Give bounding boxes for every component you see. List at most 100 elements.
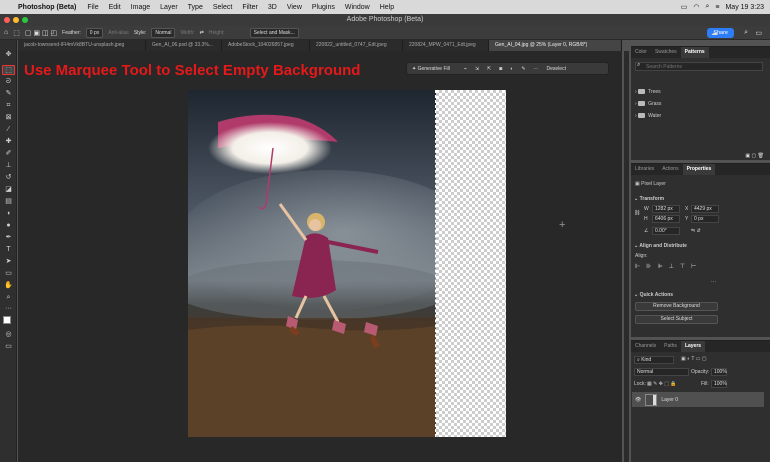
x-input[interactable]: 4429 px bbox=[691, 205, 719, 213]
align-section-title[interactable]: ⌄ Align and Distribute bbox=[634, 243, 687, 249]
marquee-preset-icon[interactable]: ⬚ bbox=[13, 29, 20, 37]
tab-color[interactable]: Color bbox=[631, 47, 651, 58]
control-center-icon[interactable]: ≡ bbox=[715, 4, 719, 11]
antialias-checkbox[interactable]: Anti-alias bbox=[108, 30, 129, 36]
close-window-icon[interactable] bbox=[4, 17, 10, 23]
tab-channels[interactable]: Channels bbox=[631, 341, 660, 352]
frame-tool-icon[interactable]: ⊠ bbox=[2, 113, 15, 123]
style-select[interactable]: Normal bbox=[151, 27, 176, 38]
battery-icon[interactable]: ▭ bbox=[681, 3, 688, 11]
modify-selection-icon[interactable]: ⌁ bbox=[464, 66, 467, 72]
tab-layers[interactable]: Layers bbox=[680, 341, 706, 352]
panel-footer-icons[interactable]: ▣ ▢ 🗑 bbox=[745, 153, 764, 159]
fill-selection-icon[interactable]: ◐ bbox=[510, 66, 513, 72]
tab-jacob-townsend[interactable]: jacob-townsend-IFl4mVk8BTU-unsplash.jpeg bbox=[18, 40, 146, 51]
move-tool-icon[interactable]: ✥ bbox=[2, 50, 15, 60]
tab-220822[interactable]: 220822_untitled_0747_Edt.jpeg bbox=[310, 40, 403, 51]
lock-icons[interactable]: ▦ ✎ ✥ ⬚ 🔒 bbox=[647, 381, 677, 387]
dodge-tool-icon[interactable]: ● bbox=[2, 221, 15, 231]
expand-selection-icon[interactable]: ⇱ bbox=[487, 66, 491, 72]
brush-tool-icon[interactable]: ✐ bbox=[2, 149, 15, 159]
tab-patterns[interactable]: Patterns bbox=[680, 47, 709, 58]
rectangular-marquee-tool-icon[interactable]: ⬚ bbox=[2, 65, 15, 75]
wifi-icon[interactable]: ◠ bbox=[693, 3, 699, 11]
blur-tool-icon[interactable]: ◖ bbox=[2, 209, 15, 219]
more-tools-icon[interactable]: ··· bbox=[2, 304, 15, 314]
swap-icon[interactable]: ⇄ bbox=[200, 30, 204, 36]
menu-file[interactable]: File bbox=[82, 4, 103, 11]
clone-stamp-tool-icon[interactable]: ⊥ bbox=[2, 161, 15, 171]
select-subject-button[interactable]: Select Subject bbox=[635, 315, 718, 324]
y-input[interactable]: 0 px bbox=[691, 215, 719, 223]
generative-fill-button[interactable]: ✦ Generative Fill bbox=[412, 66, 450, 72]
empty-transparent-background[interactable] bbox=[436, 90, 506, 437]
tab-gen-ai-04[interactable]: Gen_AI_04.jpg @ 25% (Layer 0, RGB/8*) bbox=[489, 40, 622, 51]
menu-app-name[interactable]: Photoshop (Beta) bbox=[16, 4, 82, 11]
search-icon-app[interactable]: ⌕ bbox=[744, 29, 748, 37]
remove-background-button[interactable]: Remove Background bbox=[635, 302, 718, 311]
home-icon[interactable]: ⌂ bbox=[4, 29, 8, 36]
rectangle-tool-icon[interactable]: ▭ bbox=[2, 269, 15, 279]
visibility-eye-icon[interactable]: 👁 bbox=[635, 397, 641, 403]
menu-select[interactable]: Select bbox=[208, 4, 237, 11]
menu-image[interactable]: Image bbox=[126, 4, 155, 11]
pen-tool-icon[interactable]: ✒ bbox=[2, 233, 15, 243]
deselect-button[interactable]: Deselect bbox=[547, 66, 566, 72]
photo-layer-image[interactable] bbox=[188, 90, 436, 437]
gradient-tool-icon[interactable]: ▤ bbox=[2, 197, 15, 207]
tab-actions[interactable]: Actions bbox=[658, 164, 682, 175]
folder-trees[interactable]: › Trees bbox=[635, 89, 661, 95]
fill-input[interactable]: 100% bbox=[711, 380, 727, 388]
quick-actions-section-title[interactable]: ⌄ Quick Actions bbox=[634, 292, 673, 298]
menu-window[interactable]: Window bbox=[340, 4, 375, 11]
feather-input[interactable]: 0 px bbox=[85, 27, 104, 38]
mask-icon[interactable]: ◙ bbox=[499, 66, 502, 72]
menubar-datetime[interactable]: May 19 3:23 bbox=[725, 4, 764, 11]
quick-selection-tool-icon[interactable]: ✎ bbox=[2, 89, 15, 99]
layer-filter-icons[interactable]: ▣ ◐ T ▭ ▢ bbox=[681, 356, 707, 362]
minimize-window-icon[interactable] bbox=[13, 17, 19, 23]
layer-name[interactable]: Layer 0 bbox=[661, 397, 678, 403]
transform-section-title[interactable]: ⌄ Transform bbox=[634, 196, 664, 202]
flip-icons[interactable]: ⇋ ⇵ bbox=[691, 228, 701, 234]
selection-mode-icons[interactable]: ▢ ▣ ◫ ◰ bbox=[25, 29, 57, 37]
tab-adobestock[interactable]: AdobeStock_104026857.jpeg bbox=[222, 40, 310, 51]
type-tool-icon[interactable]: T bbox=[2, 245, 15, 255]
menu-filter[interactable]: Filter bbox=[237, 4, 263, 11]
menu-view[interactable]: View bbox=[282, 4, 307, 11]
menu-layer[interactable]: Layer bbox=[155, 4, 183, 11]
cloud-docs-icon[interactable]: ☁ bbox=[711, 29, 718, 37]
tab-properties[interactable]: Properties bbox=[682, 164, 716, 175]
adjustment-icon[interactable]: ✎ bbox=[521, 66, 525, 72]
menu-help[interactable]: Help bbox=[375, 4, 399, 11]
vertical-scrollbar[interactable] bbox=[624, 51, 629, 462]
lasso-tool-icon[interactable]: ᘐ bbox=[2, 77, 15, 87]
align-buttons-icons[interactable]: ⊩⊪⊫⊥⊤⊢ bbox=[635, 263, 702, 270]
menu-type[interactable]: Type bbox=[183, 4, 208, 11]
height-input[interactable]: 6406 px bbox=[652, 215, 680, 223]
zoom-window-icon[interactable] bbox=[22, 17, 28, 23]
link-dimensions-icon[interactable]: ⛓ bbox=[634, 210, 640, 216]
opacity-input[interactable]: 100% bbox=[711, 368, 727, 376]
more-options-icon[interactable]: ··· bbox=[534, 66, 539, 72]
layer-filter-kind-select[interactable]: ⌕ Kind bbox=[634, 356, 674, 364]
width-input[interactable]: 1282 px bbox=[652, 205, 680, 213]
zoom-tool-icon[interactable]: ⌕ bbox=[2, 293, 15, 303]
tab-libraries[interactable]: Libraries bbox=[631, 164, 658, 175]
folder-grass[interactable]: › Grass bbox=[635, 101, 661, 107]
history-brush-tool-icon[interactable]: ↺ bbox=[2, 173, 15, 183]
menu-3d[interactable]: 3D bbox=[263, 4, 282, 11]
search-icon[interactable]: ⌕ bbox=[705, 3, 709, 11]
select-and-mask-button[interactable]: Select and Mask... bbox=[249, 27, 299, 38]
tab-swatches[interactable]: Swatches bbox=[651, 47, 681, 58]
tab-220824[interactable]: 220824_MPW_0471_Edt.jpeg bbox=[403, 40, 489, 51]
screen-mode-icon[interactable]: ▭ bbox=[2, 342, 15, 352]
path-selection-tool-icon[interactable]: ➤ bbox=[2, 257, 15, 267]
color-swatches-icon[interactable] bbox=[2, 316, 15, 327]
pattern-search-input[interactable] bbox=[635, 62, 763, 71]
blend-mode-select[interactable]: Normal bbox=[634, 368, 689, 376]
crop-tool-icon[interactable]: ⌗ bbox=[2, 101, 15, 111]
layer-row[interactable]: 👁 Layer 0 bbox=[632, 392, 764, 407]
menu-edit[interactable]: Edit bbox=[104, 4, 126, 11]
tab-gen-ai-06[interactable]: Gen_AI_06.psd @ 33.3%... bbox=[146, 40, 222, 51]
